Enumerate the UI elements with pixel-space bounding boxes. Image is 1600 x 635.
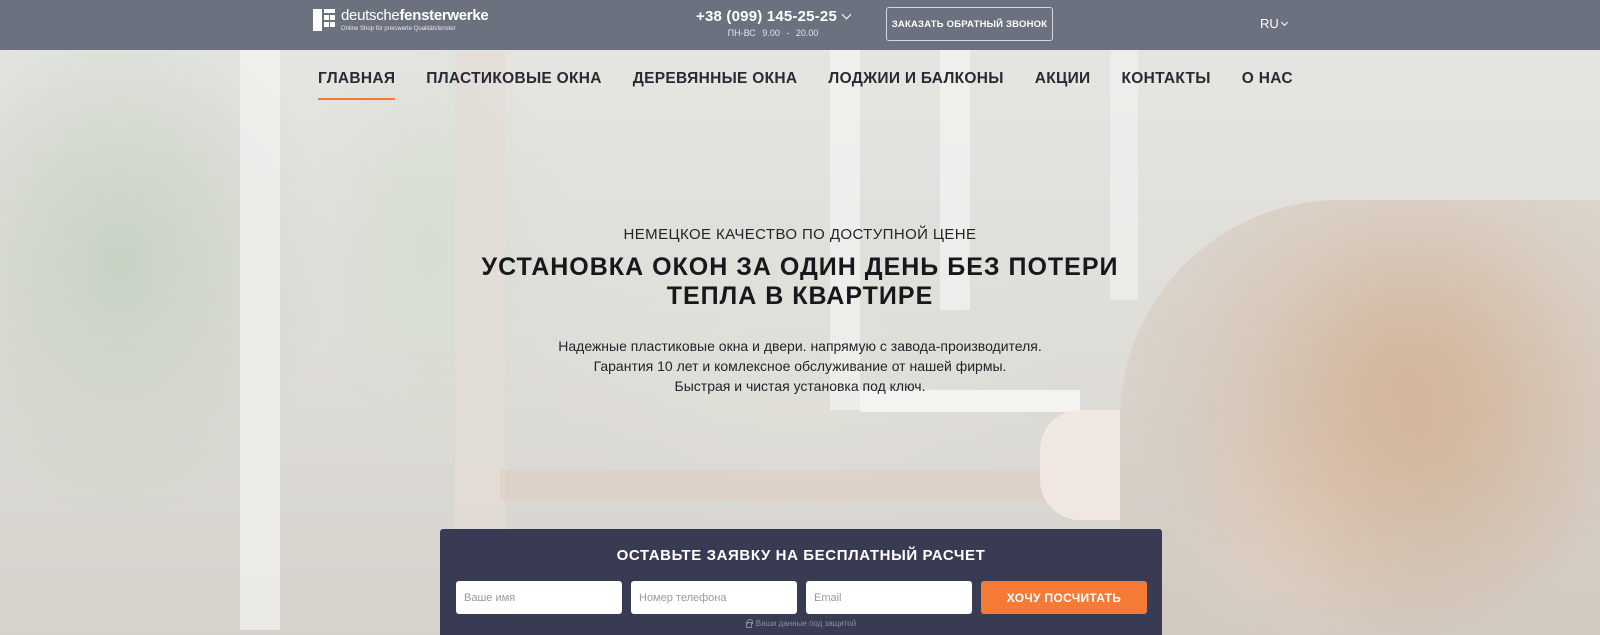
hero-headline: УСТАНОВКА ОКОН ЗА ОДИН ДЕНЬ БЕЗ ПОТЕРИ Т…	[0, 253, 1600, 311]
main-nav: ГЛАВНАЯ ПЛАСТИКОВЫЕ ОКНА ДЕРЕВЯННЫЕ ОКНА…	[318, 70, 1293, 100]
nav-item-contacts[interactable]: КОНТАКТЫ	[1121, 70, 1210, 100]
logo-tagline: Online Shop für preiswerte Qualitätsfens…	[341, 26, 456, 32]
email-input[interactable]	[806, 581, 972, 614]
lead-line: Быстрая и чистая установка под ключ.	[674, 378, 926, 394]
chevron-down-icon[interactable]	[841, 9, 852, 20]
privacy-note: Ваши данные под защитой	[440, 618, 1162, 628]
hero-lead: Надежные пластиковые окна и двери. напря…	[0, 336, 1600, 396]
language-selector[interactable]: RU	[1260, 16, 1288, 31]
hero-kicker: НЕМЕЦКОЕ КАЧЕСТВО ПО ДОСТУПНОЙ ЦЕНЕ	[623, 226, 977, 243]
logo[interactable]: deutschefensterwerke Online Shop für pre…	[313, 7, 489, 43]
lead-line: Гарантия 10 лет и комлексное обслуживани…	[593, 358, 1007, 374]
working-hours: ПН-ВС 9.00 - 20.00	[727, 28, 819, 38]
nav-item-loggias-balconies[interactable]: ЛОДЖИИ И БАЛКОНЫ	[828, 70, 1003, 100]
nav-item-promotions[interactable]: АКЦИИ	[1035, 70, 1091, 100]
callback-button[interactable]: ЗАКАЗАТЬ ОБРАТНЫЙ ЗВОНОК	[886, 7, 1053, 41]
nav-item-about[interactable]: О НАС	[1242, 70, 1293, 100]
phone-block: +38 (099) 145-25-25 ПН-ВС 9.00 - 20.00	[683, 8, 863, 38]
language-label: RU	[1260, 16, 1279, 31]
headline-line-1: УСТАНОВКА ОКОН ЗА ОДИН ДЕНЬ БЕЗ ПОТЕРИ	[481, 253, 1119, 281]
submit-button[interactable]: ХОЧУ ПОСЧИТАТЬ	[981, 581, 1147, 614]
lock-icon	[745, 618, 753, 628]
phone-input[interactable]	[631, 581, 797, 614]
request-form-panel: ОСТАВЬТЕ ЗАЯВКУ НА БЕСПЛАТНЫЙ РАСЧЕТ ХОЧ…	[440, 529, 1162, 635]
privacy-text: Ваши данные под защитой	[755, 619, 857, 628]
nav-item-plastic-windows[interactable]: ПЛАСТИКОВЫЕ ОКНА	[426, 70, 601, 100]
headline-line-2: ТЕПЛА В КВАРТИРЕ	[666, 282, 934, 310]
top-bar: deutschefensterwerke Online Shop für pre…	[0, 0, 1600, 50]
nav-item-wooden-windows[interactable]: ДЕРЕВЯННЫЕ ОКНА	[633, 70, 798, 100]
nav-item-home[interactable]: ГЛАВНАЯ	[318, 70, 396, 100]
phone-number[interactable]: +38 (099) 145-25-25	[683, 8, 863, 25]
logo-name: deutschefensterwerke	[341, 7, 489, 24]
name-input[interactable]	[456, 581, 622, 614]
form-title: ОСТАВЬТЕ ЗАЯВКУ НА БЕСПЛАТНЫЙ РАСЧЕТ	[616, 547, 986, 564]
chevron-down-icon	[1280, 18, 1288, 26]
lead-line: Надежные пластиковые окна и двери. напря…	[558, 338, 1042, 354]
logo-icon	[313, 9, 335, 31]
